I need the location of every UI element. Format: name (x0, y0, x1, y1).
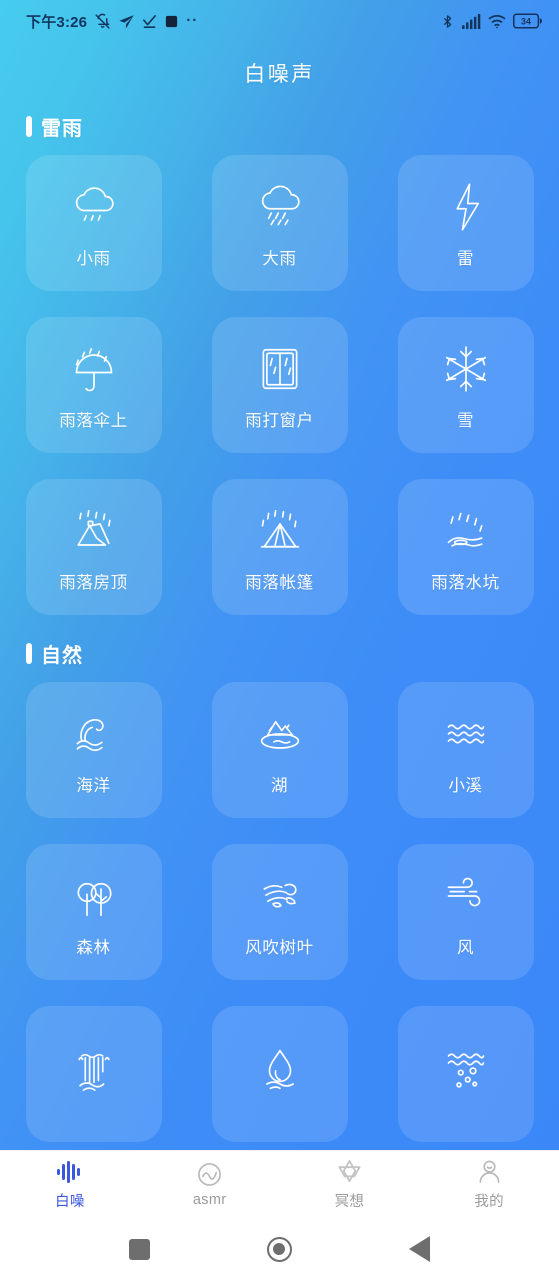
sound-tile-label: 雨打窗户 (245, 411, 314, 430)
page-title: 白噪声 (244, 63, 315, 86)
waterfall-icon (65, 1041, 123, 1099)
status-bar: 下午3:26 ·· 34 (0, 0, 559, 42)
sound-tile-thunder[interactable]: 雷 (397, 155, 534, 291)
sound-grid-thunderstorm: 小雨 大雨 雷 雨落伞上 雨打窗户 雪 雨落房顶 雨落帐篷 雨落水坑 (0, 155, 559, 615)
sound-tile-label: 雪 (456, 411, 475, 430)
sound-tile-label: 森林 (76, 938, 111, 957)
sound-tile-rain-on-tent[interactable]: 雨落帐篷 (211, 479, 348, 615)
sound-tile-stream[interactable]: 小溪 (397, 682, 534, 818)
sound-tile-snow[interactable]: 雪 (397, 317, 534, 453)
wind-icon (437, 867, 495, 925)
sound-tile-label: 雨落房顶 (59, 573, 128, 592)
sound-wave-icon (56, 1159, 83, 1185)
light-rain-cloud-icon (65, 178, 123, 236)
tab-white-noise[interactable]: 白噪 (0, 1159, 140, 1211)
tab-label: 白噪 (55, 1193, 85, 1210)
sound-tile-label: 小雨 (76, 249, 111, 268)
status-time: 下午3:26 (26, 13, 88, 31)
rain-tent-icon (251, 502, 309, 560)
section-title: 雷雨 (41, 118, 83, 140)
sound-tile-heavy-rain[interactable]: 大雨 (211, 155, 348, 291)
sound-tile-label: 海洋 (76, 776, 111, 795)
battery-icon: 34 (513, 13, 543, 29)
sound-tile-wind[interactable]: 风 (397, 844, 534, 980)
lake-mountain-icon (251, 705, 309, 763)
recents-square-icon (129, 1238, 151, 1260)
forest-trees-icon (65, 867, 123, 925)
dark-square-icon (164, 14, 179, 29)
sound-catalog: 雷雨 小雨 大雨 雷 雨落伞上 雨打窗户 雪 雨落房顶 雨落帐篷 雨落水坑 自然… (0, 112, 559, 1142)
status-bar-left: 下午3:26 ·· (26, 11, 198, 32)
sound-tile-water-drop[interactable] (211, 1006, 348, 1142)
sound-tile-label: 雨落水坑 (431, 573, 500, 592)
sound-tile-light-rain[interactable]: 小雨 (25, 155, 162, 291)
sound-tile-lake[interactable]: 湖 (211, 682, 348, 818)
sound-tile-rain-on-umbrella[interactable]: 雨落伞上 (25, 317, 162, 453)
more-dots-icon: ·· (186, 12, 199, 29)
back-triangle-icon (408, 1236, 430, 1262)
sound-tile-label: 小溪 (448, 776, 483, 795)
asmr-circle-wave-icon (197, 1161, 222, 1187)
snowflake-icon (437, 340, 495, 398)
sound-tile-forest[interactable]: 森林 (25, 844, 162, 980)
sound-tile-waterfall[interactable] (25, 1006, 162, 1142)
umbrella-rain-icon (65, 340, 123, 398)
app-content-area: 下午3:26 ·· 34 白噪声 雷雨 小雨 大雨 雷 雨落伞上 雨打窗户 雪 … (0, 0, 559, 1150)
lightning-bolt-icon (437, 178, 495, 236)
sound-tile-label: 风吹树叶 (245, 938, 314, 957)
heavy-rain-cloud-icon (251, 178, 309, 236)
sound-tile-label: 大雨 (262, 249, 297, 268)
back-button[interactable] (396, 1226, 442, 1272)
phone-screen: 下午3:26 ·· 34 白噪声 雷雨 小雨 大雨 雷 雨落伞上 雨打窗户 雪 … (0, 0, 559, 1280)
section-header-thunderstorm: 雷雨 (26, 112, 559, 141)
sound-tile-wind-leaves[interactable]: 风吹树叶 (211, 844, 348, 980)
sound-tile-label: 雨落帐篷 (245, 573, 314, 592)
underwater-bubbles-icon (437, 1041, 495, 1099)
signal-bars-icon (462, 13, 481, 29)
sound-tile-rain-on-window[interactable]: 雨打窗户 (211, 317, 348, 453)
telegram-send-icon (118, 13, 135, 30)
section-header-nature: 自然 (26, 639, 559, 668)
bell-muted-icon (94, 13, 111, 30)
sound-grid-nature: 海洋 湖 小溪 森林 风吹树叶 风 (0, 682, 559, 1142)
home-circle-icon (266, 1236, 292, 1262)
tab-asmr[interactable]: asmr (140, 1161, 280, 1208)
rain-window-icon (251, 340, 309, 398)
wind-leaves-icon (251, 867, 309, 925)
sound-tile-ocean[interactable]: 海洋 (25, 682, 162, 818)
wifi-icon (488, 14, 506, 29)
tab-meditation[interactable]: 冥想 (280, 1159, 420, 1211)
rain-puddle-icon (437, 502, 495, 560)
tab-label: asmr (192, 1192, 227, 1208)
sound-tile-label: 湖 (270, 776, 289, 795)
section-title: 自然 (41, 645, 83, 667)
tab-label: 我的 (474, 1193, 504, 1210)
checkmark-icon (142, 14, 157, 29)
recents-button[interactable] (117, 1226, 163, 1272)
sound-tile-rain-on-puddle[interactable]: 雨落水坑 (397, 479, 534, 615)
rain-roof-icon (65, 502, 123, 560)
tab-label: 冥想 (334, 1193, 365, 1210)
section-accent-bar (26, 116, 32, 137)
sound-tile-rain-on-roof[interactable]: 雨落房顶 (25, 479, 162, 615)
section-accent-bar (26, 643, 32, 664)
sound-tile-underwater[interactable] (397, 1006, 534, 1142)
home-button[interactable] (256, 1226, 302, 1272)
android-navigation-bar (0, 1218, 559, 1280)
meditation-star-icon (337, 1159, 362, 1185)
bottom-tab-bar: 白噪 asmr 冥想 我的 (0, 1150, 559, 1218)
tab-profile[interactable]: 我的 (419, 1159, 559, 1211)
stream-waves-icon (437, 705, 495, 763)
status-bar-right: 34 (440, 13, 543, 29)
user-profile-icon (477, 1159, 502, 1185)
sound-tile-label: 风 (456, 938, 475, 957)
water-drop-icon (251, 1041, 309, 1099)
sound-tile-label: 雨落伞上 (59, 411, 128, 430)
sound-tile-label: 雷 (456, 249, 475, 268)
ocean-wave-icon (65, 705, 123, 763)
svg-text:34: 34 (521, 16, 531, 26)
bluetooth-icon (440, 14, 455, 29)
